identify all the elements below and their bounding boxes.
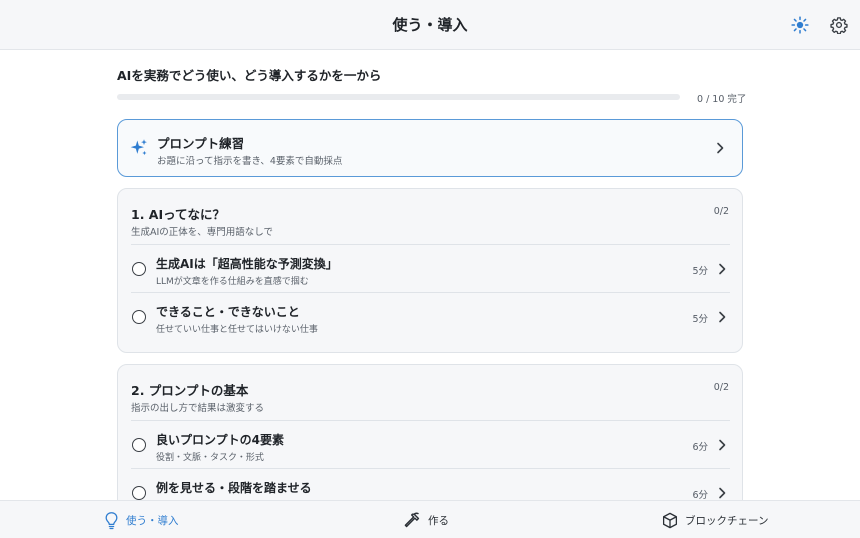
cube-icon [662,512,678,528]
nav-label: 使う・導入 [126,514,179,527]
nav-item-use[interactable]: 使う・導入 [103,501,179,538]
intro-heading: AIを実務でどう使い、どう導入するかを一から [117,68,382,83]
lesson-description: LLMが文章を作る仕組みを直感で掴む [156,277,309,287]
section-count: 0/2 [713,382,729,393]
sparkle-icon [130,139,147,156]
section-description: 指示の出し方で結果は激変する [131,403,265,414]
nav-label: ブロックチェーン [685,514,769,527]
lesson-title: 例を見せる・段階を踏ませる [156,481,312,495]
incomplete-circle-icon [132,310,146,324]
main-content[interactable]: AIを実務でどう使い、どう導入するかを一から 0 / 10 完了 プロンプト練習… [0,50,860,500]
lesson-item[interactable]: 生成AIは「超高性能な予測変換」 LLMが文章を作る仕組みを直感で掴む 5分 [131,244,730,292]
chevron-right-icon [719,263,726,275]
progress-bar [117,94,680,100]
chevron-right-icon [719,439,726,451]
practice-description: お題に沿って指示を書き、4要素で自動採点 [157,156,343,167]
settings-button[interactable] [827,13,851,37]
top-header: 使う・導入 [0,0,860,50]
progress-text: 0 / 10 完了 [697,94,747,105]
bottom-nav: 使う・導入 作る ブロックチェーン [0,500,860,538]
section-title: 1. AIってなに？ [131,207,225,222]
theme-toggle-button[interactable] [788,13,812,37]
prompt-practice-card[interactable]: プロンプト練習 お題に沿って指示を書き、4要素で自動採点 [117,119,743,177]
chevron-right-icon [719,487,726,499]
section-description: 生成AIの正体を、専門用語なしで [131,227,274,238]
lightbulb-icon [105,511,118,529]
lesson-duration: 6分 [692,490,708,500]
incomplete-circle-icon [132,438,146,452]
lesson-item[interactable]: 良いプロンプトの4要素 役割・文脈・タスク・形式 6分 [131,420,730,468]
lesson-duration: 6分 [692,442,708,453]
lesson-duration: 5分 [692,266,708,277]
section-card-2: 2. プロンプトの基本 0/2 指示の出し方で結果は激変する 良いプロンプトの4… [117,364,743,500]
nav-item-build[interactable]: 作る [403,501,449,538]
lesson-item[interactable]: 例を見せる・段階を踏ませる 6分 [131,468,730,500]
page-title: 使う・導入 [392,16,468,34]
lesson-title: できること・できないこと [156,305,300,319]
section-title: 2. プロンプトの基本 [131,383,249,398]
chevron-right-icon [719,311,726,323]
hammer-icon [404,512,420,527]
practice-title: プロンプト練習 [157,136,245,151]
incomplete-circle-icon [132,262,146,276]
lesson-description: 役割・文脈・タスク・形式 [156,453,264,463]
incomplete-circle-icon [132,486,146,500]
lesson-description: 任せていい仕事と任せてはいけない仕事 [156,325,318,335]
sun-icon [791,16,809,34]
nav-item-blockchain[interactable]: ブロックチェーン [661,501,768,538]
lesson-item[interactable]: できること・できないこと 任せていい仕事と任せてはいけない仕事 5分 [131,292,730,340]
section-card-1: 1. AIってなに？ 0/2 生成AIの正体を、専門用語なしで 生成AIは「超高… [117,188,743,353]
app-root: 使う・導入 AIを実務でどう使い、どう導入するかを一から 0 / 10 完了 プ… [0,0,860,538]
nav-label: 作る [428,514,449,527]
section-count: 0/2 [713,206,729,217]
chevron-right-icon [717,142,724,154]
lesson-duration: 5分 [692,314,708,325]
gear-icon [830,17,848,34]
lesson-title: 生成AIは「超高性能な予測変換」 [156,257,338,271]
lesson-title: 良いプロンプトの4要素 [156,433,284,447]
